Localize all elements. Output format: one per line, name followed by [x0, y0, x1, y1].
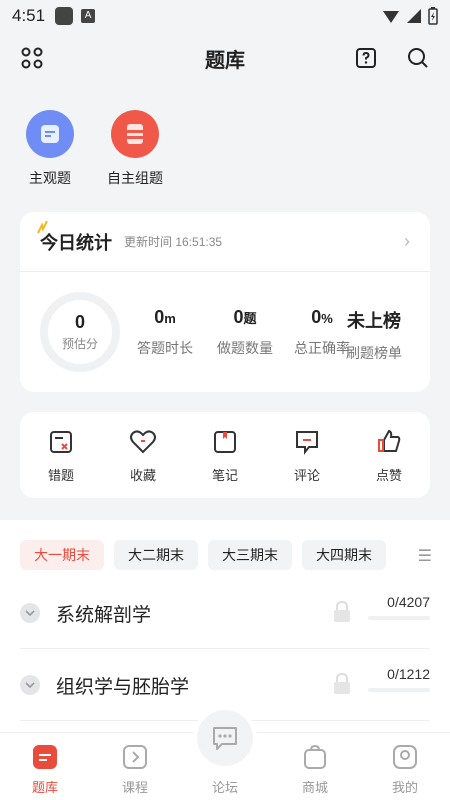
question-bank-icon	[10, 743, 80, 771]
stats-updated-time: 更新时间 16:51:35	[124, 235, 223, 249]
page-title: 题库	[205, 49, 245, 72]
tool-wrong-questions[interactable]: 错题	[26, 427, 96, 484]
tab-term-4[interactable]: 大四期末	[302, 540, 386, 570]
sparkle-icon	[37, 220, 48, 233]
quick-action-label: 自主组题	[107, 170, 163, 186]
subject-name: 系统解剖学	[56, 605, 152, 626]
play-icon	[100, 743, 170, 771]
tab-courses[interactable]: 课程	[100, 743, 170, 796]
expand-chevron-icon[interactable]	[20, 603, 40, 623]
grid-menu-icon[interactable]	[20, 46, 44, 75]
document-icon	[26, 110, 74, 158]
tab-term-2[interactable]: 大二期末	[114, 540, 198, 570]
stats-title: 今日统计	[37, 220, 112, 255]
shop-icon	[280, 743, 350, 771]
profile-icon	[370, 743, 440, 771]
signal-icon	[383, 11, 399, 23]
battery-icon	[428, 7, 438, 25]
tools-card: 错题 收藏 笔记 评论 点赞	[20, 412, 430, 498]
stat-leaderboard[interactable]: 未上榜 刷题榜单	[334, 307, 414, 363]
subject-progress-bar	[368, 688, 430, 692]
term-tabs: 大一期末 大二期末 大三期末 大四期末	[20, 540, 420, 572]
wrong-icon	[26, 427, 96, 457]
quick-actions: 主观题 自主组题	[0, 110, 450, 190]
forum-icon	[213, 727, 237, 750]
tab-profile[interactable]: 我的	[370, 743, 440, 796]
comment-icon	[272, 427, 342, 457]
help-icon[interactable]	[354, 46, 378, 75]
tool-favorites[interactable]: 收藏	[108, 427, 178, 484]
cell-icon	[407, 9, 421, 23]
lock-icon	[332, 600, 352, 629]
status-time: 4:51	[12, 6, 46, 25]
divider	[20, 648, 430, 649]
stats-header[interactable]: 今日统计 更新时间 16:51:35 ›	[20, 212, 430, 272]
thumbs-up-icon	[354, 427, 424, 457]
stat-answer-time: 0m 答题时长	[137, 307, 193, 356]
a-icon: A	[81, 9, 96, 23]
tab-term-3[interactable]: 大三期末	[208, 540, 292, 570]
tool-comments[interactable]: 评论	[272, 427, 342, 484]
heart-icon	[108, 427, 178, 457]
search-icon[interactable]	[406, 46, 430, 75]
expand-chevron-icon[interactable]	[20, 675, 40, 695]
score-label: 预估分	[61, 337, 98, 351]
score-value: 0	[74, 312, 85, 332]
tab-question-bank[interactable]: 题库	[10, 743, 80, 796]
subject-name: 组织学与胚胎学	[56, 677, 190, 698]
notification-icon	[55, 7, 74, 25]
custom-quiz-button[interactable]: 自主组题	[85, 110, 185, 188]
tool-notes[interactable]: 笔记	[190, 427, 260, 484]
lock-icon	[332, 672, 352, 701]
subject-progress: 0/4207	[387, 594, 430, 610]
chevron-right-icon[interactable]: ›	[404, 231, 410, 252]
status-bar: 4:51 A	[0, 0, 450, 32]
subject-list-panel: 大一期末 大二期末 大三期末 大四期末 ☰ 系统解剖学 0/4207 组织学与胚…	[0, 520, 450, 732]
subject-progress: 0/1212	[387, 666, 430, 682]
stack-icon	[111, 110, 159, 158]
tab-shop[interactable]: 商城	[280, 743, 350, 796]
stat-question-count: 0题 做题数量	[217, 307, 273, 356]
today-stats-card: 今日统计 更新时间 16:51:35 › 0 预估分 0m 答题时长 0题 做题…	[20, 212, 430, 392]
top-app-bar: 题库	[0, 38, 450, 78]
note-icon	[190, 427, 260, 457]
tool-likes[interactable]: 点赞	[354, 427, 424, 484]
tab-term-1[interactable]: 大一期末	[20, 540, 104, 570]
forum-fab-button[interactable]	[197, 710, 253, 766]
subject-progress-bar	[368, 616, 430, 620]
score-ring: 0 预估分	[40, 292, 120, 372]
subject-row[interactable]: 系统解剖学 0/4207	[0, 578, 450, 648]
tabs-menu-icon[interactable]: ☰	[418, 546, 432, 566]
